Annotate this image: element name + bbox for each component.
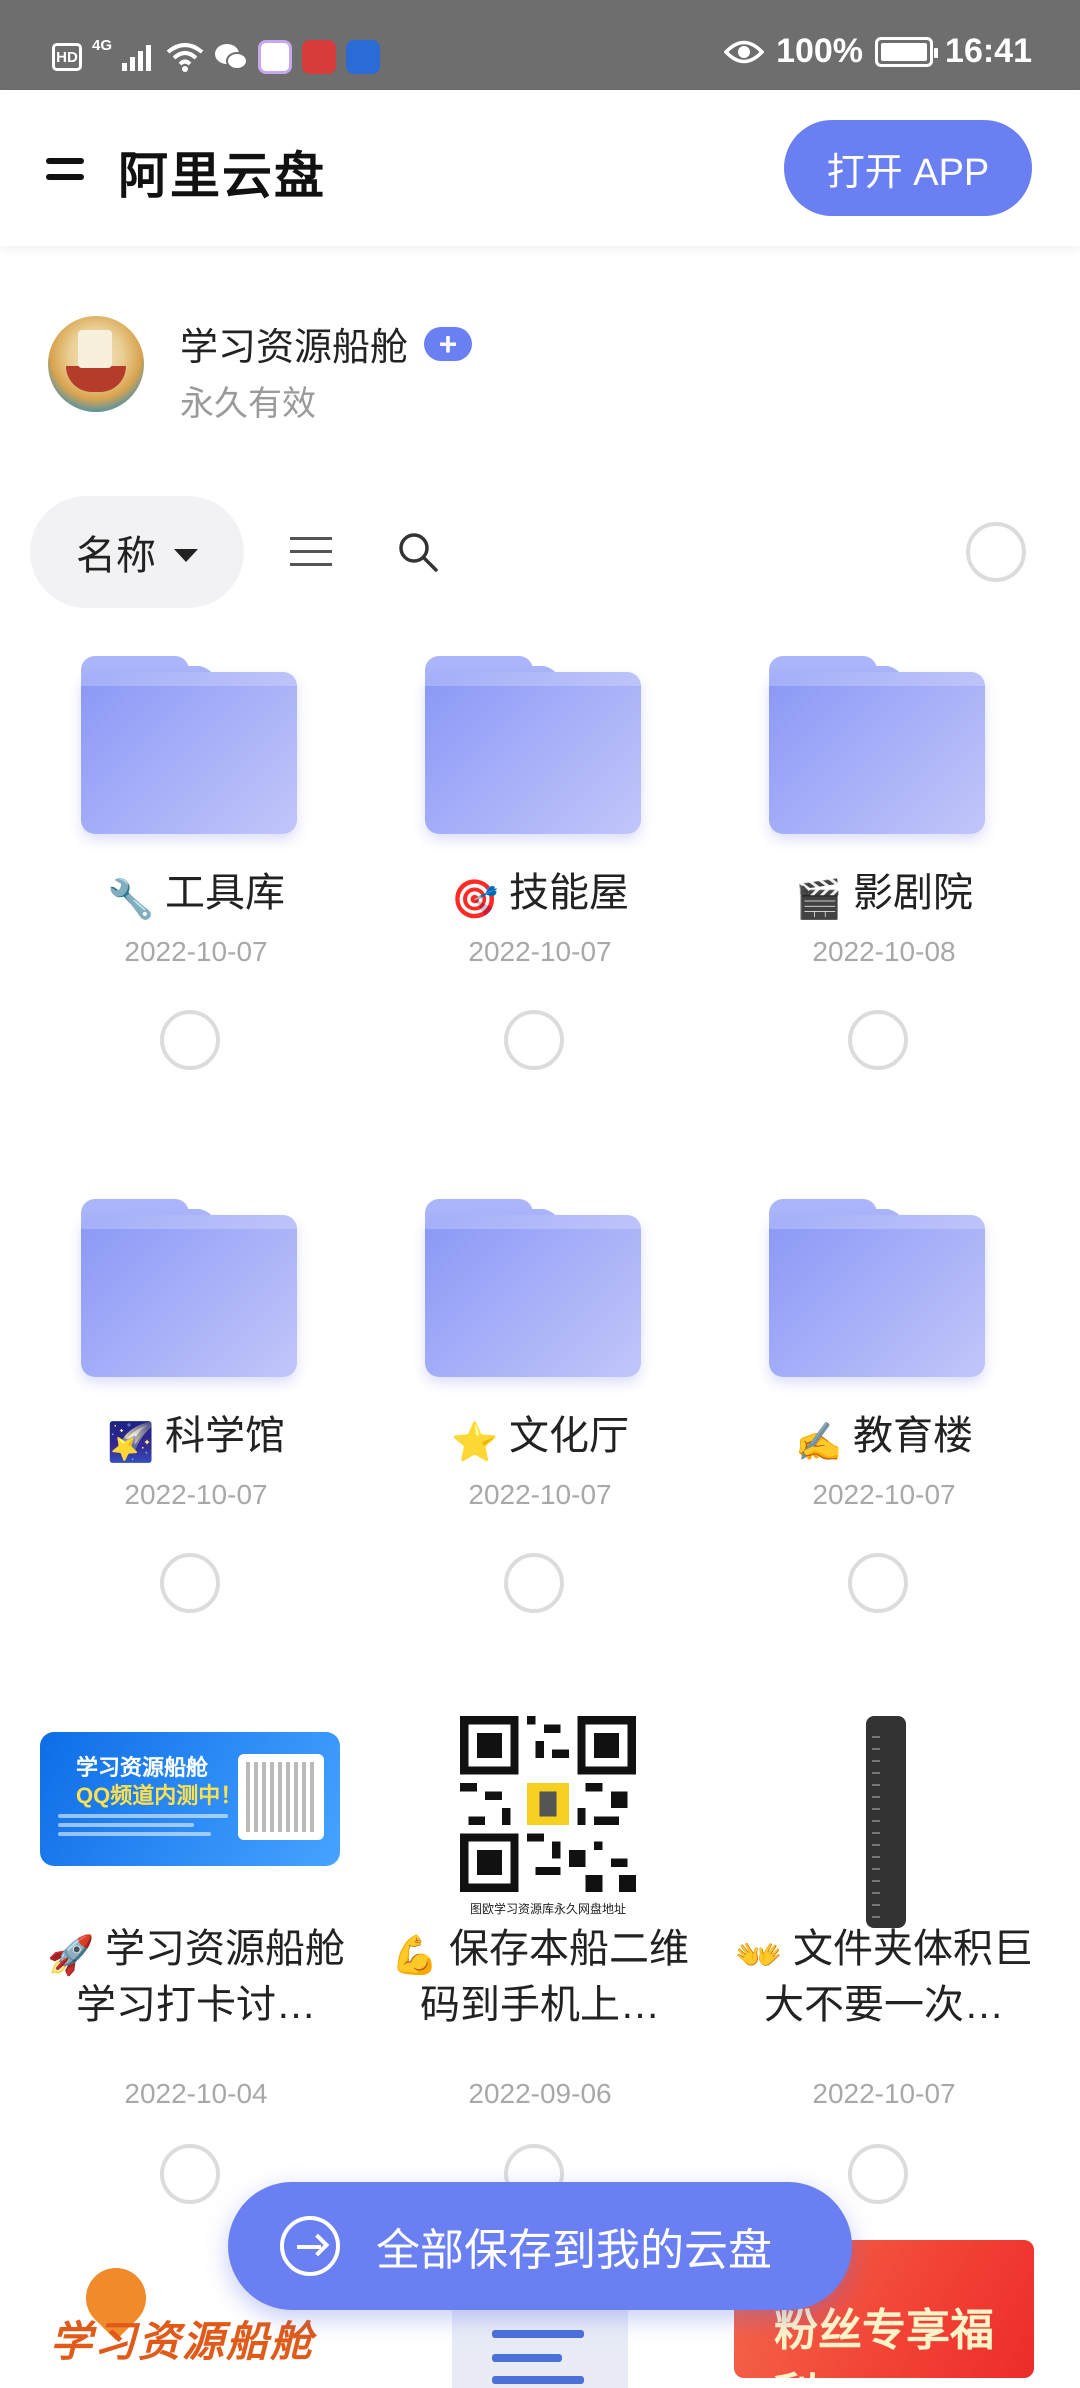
- open-hands-icon: 👐: [735, 1935, 783, 1977]
- item-date: 2022-10-04: [124, 2078, 268, 2109]
- share-validity: 永久有效: [180, 385, 316, 423]
- item-date: 2022-10-08: [812, 936, 956, 967]
- grid-item[interactable]: 🎬 影剧院 2022-10-08: [712, 640, 1056, 1110]
- flexed-biceps-icon: 💪: [391, 1935, 439, 1977]
- clock: 16:41: [945, 32, 1032, 70]
- wrench-icon: 🔧: [107, 879, 155, 921]
- item-name: 🌠 科学馆: [107, 1414, 285, 1464]
- menu-icon[interactable]: [46, 152, 84, 186]
- folder-icon: [81, 656, 297, 834]
- item-checkbox[interactable]: [848, 1553, 908, 1613]
- qr-code-thumbnail: [460, 1716, 636, 1892]
- promo-text: 粉丝专享福利: [774, 2306, 994, 2378]
- folder-icon: [425, 656, 641, 834]
- item-name: 🔧 工具库: [107, 871, 285, 921]
- item-checkbox[interactable]: [504, 1010, 564, 1070]
- item-name: ✍️ 教育楼: [795, 1414, 973, 1464]
- star-icon: ⭐: [451, 1422, 499, 1464]
- open-app-button[interactable]: 打开 APP: [784, 120, 1032, 216]
- caret-down-icon: [174, 548, 198, 562]
- follow-plus-button[interactable]: +: [424, 326, 473, 361]
- eye-icon: [724, 40, 765, 63]
- share-title-row: 学习资源船舱 +: [180, 316, 473, 371]
- item-checkbox[interactable]: [848, 1010, 908, 1070]
- item-checkbox[interactable]: [160, 1553, 220, 1613]
- qr-code-icon: [238, 1754, 324, 1840]
- item-date: 2022-10-07: [124, 1479, 268, 1510]
- item-name: ⭐ 文化厅: [451, 1414, 629, 1464]
- app-icon-1: [258, 40, 293, 74]
- item-name: 🚀 学习资源船舱学习打卡讨…: [47, 1927, 345, 2027]
- sort-label: 名称: [76, 534, 156, 578]
- writing-hand-icon: ✍️: [795, 1422, 843, 1464]
- rocket-icon: 🚀: [47, 1935, 95, 1977]
- item-name: 🎯 技能屋: [451, 871, 629, 921]
- status-left: HD 4G: [52, 36, 381, 74]
- item-date: 2022-10-07: [124, 936, 268, 967]
- qr-caption: 图欧学习资源库永久网盘地址: [469, 1902, 626, 1916]
- wifi-icon: [166, 43, 204, 72]
- grid-item[interactable]: 🎯 技能屋 2022-10-07: [368, 640, 712, 1110]
- clapperboard-icon: 🎬: [795, 879, 843, 921]
- grid-item[interactable]: 🔧 工具库 2022-10-07: [24, 640, 368, 1110]
- shooting-star-icon: 🌠: [107, 1422, 155, 1464]
- folder-icon: [81, 1199, 297, 1377]
- battery-percent: 100%: [776, 32, 864, 70]
- image-thumbnail: [866, 1716, 906, 1928]
- arrow-right-circle-icon: [280, 2216, 340, 2276]
- app-icon-2: [302, 40, 337, 74]
- item-checkbox[interactable]: [160, 2144, 220, 2204]
- app-header: 阿里云盘 打开 APP: [0, 90, 1080, 246]
- item-name: 🎬 影剧院: [795, 871, 973, 921]
- item-name: 👐 文件夹体积巨大不要一次…: [735, 1927, 1033, 2027]
- hd-badge: HD: [52, 43, 82, 71]
- battery-icon: [875, 36, 939, 67]
- avatar[interactable]: [48, 316, 144, 412]
- status-right: 100% 16:41: [724, 32, 1032, 71]
- signal-icon: [122, 45, 152, 71]
- network-label: 4G: [92, 36, 113, 54]
- folder-icon: [425, 1199, 641, 1377]
- grid-item[interactable]: 🌠 科学馆 2022-10-07: [24, 1183, 368, 1653]
- item-date: 2022-10-07: [812, 1479, 956, 1510]
- folder-icon: [769, 656, 985, 834]
- status-bar: HD 4G 100% 16:41: [0, 0, 1080, 90]
- grid-item[interactable]: 👐 文件夹体积巨大不要一次… 2022-10-07: [712, 1680, 1056, 2240]
- item-checkbox[interactable]: [848, 2144, 908, 2204]
- item-checkbox[interactable]: [160, 1010, 220, 1070]
- thumbnail-subtitle: QQ频道内测中！: [76, 1783, 243, 1808]
- sort-dropdown[interactable]: 名称: [30, 496, 244, 608]
- folder-icon: [769, 1199, 985, 1377]
- save-all-button[interactable]: 全部保存到我的云盘: [228, 2182, 852, 2310]
- item-date: 2022-10-07: [812, 2078, 956, 2109]
- list-view-icon[interactable]: [290, 537, 332, 567]
- select-all-checkbox[interactable]: [966, 522, 1026, 582]
- item-checkbox[interactable]: [504, 1553, 564, 1613]
- grid-item[interactable]: ⭐ 文化厅 2022-10-07: [368, 1183, 712, 1653]
- item-name: 💪 保存本船二维码到手机上…: [391, 1927, 689, 2027]
- wechat-icon: [215, 44, 249, 70]
- target-icon: 🎯: [451, 879, 499, 921]
- item-date: 2022-10-07: [468, 1479, 612, 1510]
- share-title: 学习资源船舱: [180, 327, 409, 369]
- brand-title: 阿里云盘: [118, 148, 326, 204]
- image-thumbnail: 学习资源船舱 QQ频道内测中！: [40, 1732, 340, 1866]
- logo-text: 学习资源船舱: [50, 2318, 315, 2365]
- item-date: 2022-10-07: [468, 936, 612, 967]
- app-icon-3: [346, 40, 381, 74]
- save-all-label: 全部保存到我的云盘: [376, 2226, 772, 2275]
- grid-item[interactable]: 学习资源船舱 QQ频道内测中！ 🚀 学习资源船舱学习打卡讨… 2022-10-04: [24, 1680, 368, 2240]
- grid-item[interactable]: 图欧学习资源库永久网盘地址 💪 保存本船二维码到手机上… 2022-09-06: [368, 1680, 712, 2240]
- search-icon[interactable]: [396, 530, 440, 574]
- item-date: 2022-09-06: [468, 2078, 612, 2109]
- grid-item[interactable]: ✍️ 教育楼 2022-10-07: [712, 1183, 1056, 1653]
